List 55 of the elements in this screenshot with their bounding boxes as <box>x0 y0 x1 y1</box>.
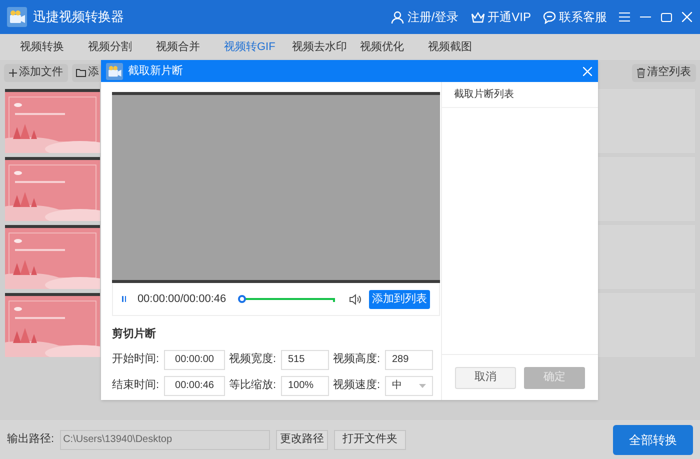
close-icon[interactable] <box>583 66 592 76</box>
open-folder-button[interactable]: 打开文件夹 <box>334 430 406 450</box>
change-path-button[interactable]: 更改路径 <box>276 430 328 450</box>
field-label: 视频高度: <box>333 352 382 368</box>
speed-dropdown[interactable]: 中 <box>385 376 433 396</box>
tab[interactable]: 视频去水印 <box>292 38 358 56</box>
input-field[interactable]: 100% <box>281 376 329 396</box>
tab[interactable]: 视频分割 <box>88 38 154 56</box>
app-logo-icon <box>7 7 27 27</box>
output-path-field[interactable]: C:\Users\13940\Desktop <box>60 430 270 450</box>
dropdown-value: 中 <box>392 378 402 393</box>
field-label: 视频速度: <box>333 378 382 394</box>
tab[interactable]: 视频截图 <box>428 38 494 56</box>
add-to-list-button[interactable]: 添加到列表 <box>369 290 430 308</box>
add-file-button[interactable]: 添加文件 <box>4 64 68 82</box>
field-label: 视频宽度: <box>229 352 278 368</box>
list-title: 截取片断列表 <box>442 82 598 108</box>
cancel-button[interactable]: 取消 <box>455 366 516 388</box>
tab[interactable]: 视频优化 <box>360 38 426 56</box>
field-label: 开始时间: <box>112 352 160 368</box>
header-link[interactable]: 注册/登录 <box>391 8 459 26</box>
folder-icon <box>76 68 86 76</box>
dialog-logo-icon <box>106 62 123 80</box>
close-icon[interactable] <box>682 12 692 22</box>
header-link[interactable]: 联系客服 <box>543 8 607 26</box>
input-field[interactable]: 515 <box>281 350 329 370</box>
minimize-icon[interactable] <box>640 16 651 18</box>
clear-list-button[interactable]: 清空列表 <box>632 64 696 82</box>
input-field[interactable]: 00:00:46 <box>164 376 225 396</box>
trash-icon <box>637 68 645 78</box>
menu-icon[interactable] <box>619 12 630 22</box>
plus-icon <box>9 68 17 76</box>
input-field[interactable]: 00:00:00 <box>164 350 225 370</box>
caret-icon <box>419 384 426 388</box>
input-field[interactable]: 289 <box>385 350 433 370</box>
crown-icon <box>470 10 485 24</box>
field-label: 等比缩放: <box>229 378 278 394</box>
tab[interactable]: 视频合并 <box>156 38 222 56</box>
slider-thumb[interactable] <box>238 295 246 303</box>
dialog-title: 截取新片断 <box>128 64 183 79</box>
header-link[interactable]: 开通VIP <box>470 8 531 26</box>
chat-icon <box>543 10 556 24</box>
field-label: 结束时间: <box>112 378 160 394</box>
section-heading: 剪切片断 <box>112 326 157 342</box>
maximize-icon[interactable] <box>661 12 672 22</box>
user-icon <box>391 10 404 24</box>
pause-icon[interactable] <box>122 295 126 303</box>
range-slider[interactable] <box>241 295 335 303</box>
add-folder-button[interactable]: 添 <box>72 64 101 82</box>
window-title: 迅捷视频转换器 <box>33 8 124 26</box>
time-display: 00:00:00/00:00:46 <box>137 292 226 307</box>
tab[interactable]: 视频转换 <box>20 38 86 56</box>
volume-icon[interactable] <box>349 294 361 304</box>
output-path-label: 输出路径: <box>7 432 54 448</box>
convert-all-button[interactable]: 全部转换 <box>613 424 693 454</box>
